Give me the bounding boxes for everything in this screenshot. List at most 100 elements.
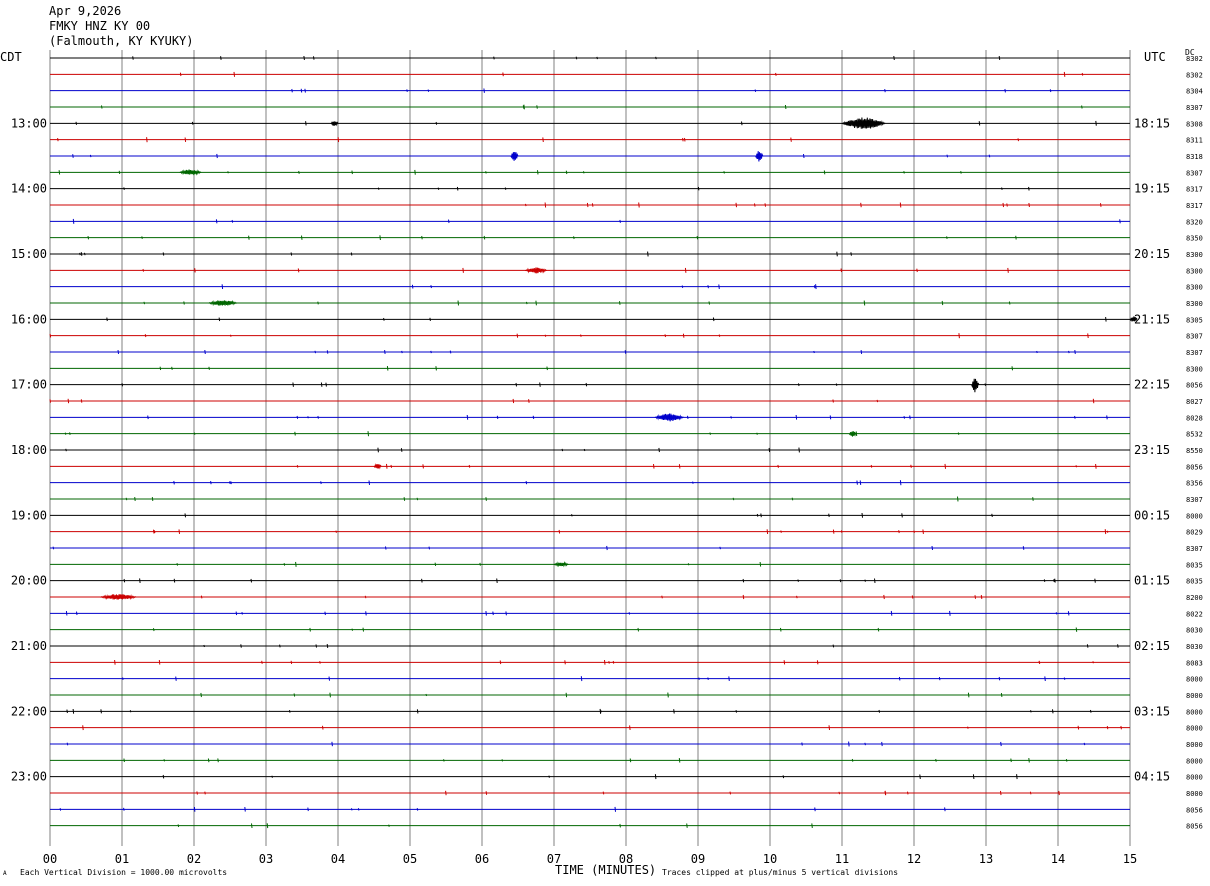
- dc-offset-label: 8000: [1186, 741, 1203, 749]
- x-tick-label: 13: [979, 852, 993, 866]
- dc-offset-label: 8300: [1186, 365, 1203, 373]
- dc-offset-label: 8302: [1186, 55, 1203, 63]
- right-hour-label: 04:15: [1134, 770, 1170, 784]
- right-hour-label: 01:15: [1134, 574, 1170, 588]
- right-hour-label: 00:15: [1134, 508, 1170, 522]
- right-hour-label: 18:15: [1134, 116, 1170, 130]
- right-hour-label: 19:15: [1134, 182, 1170, 196]
- x-tick-label: 02: [187, 852, 201, 866]
- right-hour-label: 20:15: [1134, 247, 1170, 261]
- dc-offset-label: 8550: [1186, 447, 1203, 455]
- dc-offset-label: 8307: [1186, 496, 1203, 504]
- x-tick-label: 03: [259, 852, 273, 866]
- seismic-event: [208, 299, 238, 307]
- x-axis-title: TIME (MINUTES): [555, 863, 657, 877]
- dc-offset-label: 8000: [1186, 676, 1203, 684]
- seismic-event: [654, 413, 684, 422]
- dc-offset-label: 8532: [1186, 431, 1203, 439]
- dc-offset-label: 8000: [1186, 774, 1203, 782]
- dc-offset-label: 8300: [1186, 300, 1203, 308]
- dc-offset-label: 8029: [1186, 529, 1203, 537]
- dc-offset-label: 8000: [1186, 708, 1203, 716]
- left-hour-label: 22:00: [11, 704, 47, 718]
- seismic-event: [510, 151, 519, 161]
- x-tick-label: 00: [43, 852, 57, 866]
- dc-offset-label: 8000: [1186, 757, 1203, 765]
- seismic-event: [841, 117, 886, 129]
- dc-offset-label: 8307: [1186, 333, 1203, 341]
- seismic-event: [373, 463, 382, 470]
- left-hour-label: 20:00: [11, 574, 47, 588]
- dc-offset-label: 8307: [1186, 545, 1203, 553]
- dc-offset-label: 8304: [1186, 88, 1203, 96]
- dc-offset-label: 8000: [1186, 790, 1203, 798]
- seismic-event: [179, 169, 202, 176]
- seismic-event: [971, 378, 980, 393]
- dc-offset-label: 8311: [1186, 137, 1203, 145]
- dc-offset-label: 8307: [1186, 104, 1203, 112]
- seismic-event: [848, 431, 857, 437]
- dc-offset-label: 8302: [1186, 71, 1203, 79]
- dc-offset-label: 8200: [1186, 594, 1203, 602]
- dc-offset-label: 8035: [1186, 561, 1203, 569]
- dc-offset-label: 8056: [1186, 382, 1203, 390]
- dc-offset-label: 8318: [1186, 153, 1203, 161]
- x-tick-label: 14: [1051, 852, 1065, 866]
- dc-offset-label: 8000: [1186, 725, 1203, 733]
- seismic-event: [100, 594, 137, 601]
- seismic-event: [553, 560, 569, 568]
- dc-offset-label: 8350: [1186, 235, 1203, 243]
- dc-offset-label: 8030: [1186, 643, 1203, 651]
- x-tick-label: 06: [475, 852, 489, 866]
- corner-mark: A: [3, 870, 7, 877]
- left-hour-label: 16:00: [11, 312, 47, 326]
- dc-offset-label: 8028: [1186, 414, 1203, 422]
- clip-note: Traces clipped at plus/minus 5 vertical …: [662, 868, 899, 877]
- right-hour-label: 02:15: [1134, 639, 1170, 653]
- dc-offset-label: 8056: [1186, 463, 1203, 471]
- x-tick-label: 10: [763, 852, 777, 866]
- dc-offset-label: 8317: [1186, 202, 1203, 210]
- left-hour-label: 14:00: [11, 182, 47, 196]
- x-tick-label: 01: [115, 852, 129, 866]
- dc-offset-label: 8307: [1186, 349, 1203, 357]
- dc-offset-label: 8022: [1186, 610, 1203, 618]
- x-tick-label: 12: [907, 852, 921, 866]
- dc-offset-label: 8305: [1186, 316, 1203, 324]
- x-tick-label: 04: [331, 852, 345, 866]
- dc-offset-label: 8307: [1186, 169, 1203, 177]
- seismic-event: [525, 267, 547, 274]
- dc-offset-label: 8300: [1186, 251, 1203, 259]
- right-hour-label: 03:15: [1134, 704, 1170, 718]
- dc-offset-label: 8300: [1186, 284, 1203, 292]
- dc-offset-label: 8356: [1186, 480, 1203, 488]
- dc-offset-label: 8317: [1186, 186, 1203, 194]
- seismic-event: [330, 121, 339, 127]
- dc-offset-label: 8083: [1186, 659, 1203, 667]
- x-tick-label: 05: [403, 852, 417, 866]
- right-hour-label: 23:15: [1134, 443, 1170, 457]
- dc-offset-label: 8000: [1186, 692, 1203, 700]
- dc-offset-label: 8000: [1186, 512, 1203, 520]
- seismogram-plot: 00 01 02 03 04 05 06 07 08 09 10 11 12 13 14 1583028302…: [11, 50, 1203, 866]
- dc-offset-label: 8027: [1186, 398, 1203, 406]
- dc-offset-label: 8308: [1186, 120, 1203, 128]
- scale-note: Each Vertical Division = 1000.00 microvo…: [20, 868, 228, 877]
- dc-offset-label: 8056: [1186, 806, 1203, 814]
- x-tick-label: 15: [1123, 852, 1137, 866]
- dc-offset-label: 8030: [1186, 627, 1203, 635]
- right-hour-label: 22:15: [1134, 378, 1170, 392]
- right-hour-label: 21:15: [1134, 312, 1170, 326]
- left-hour-label: 21:00: [11, 639, 47, 653]
- dc-offset-label: 8056: [1186, 823, 1203, 831]
- left-hour-label: 18:00: [11, 443, 47, 457]
- left-hour-label: 19:00: [11, 508, 47, 522]
- left-hour-label: 13:00: [11, 116, 47, 130]
- left-hour-label: 23:00: [11, 770, 47, 784]
- left-hour-label: 17:00: [11, 378, 47, 392]
- dc-offset-label: 8320: [1186, 218, 1203, 226]
- x-tick-label: 11: [835, 852, 849, 866]
- dc-offset-label: 8300: [1186, 267, 1203, 275]
- left-hour-label: 15:00: [11, 247, 47, 261]
- x-tick-label: 09: [691, 852, 705, 866]
